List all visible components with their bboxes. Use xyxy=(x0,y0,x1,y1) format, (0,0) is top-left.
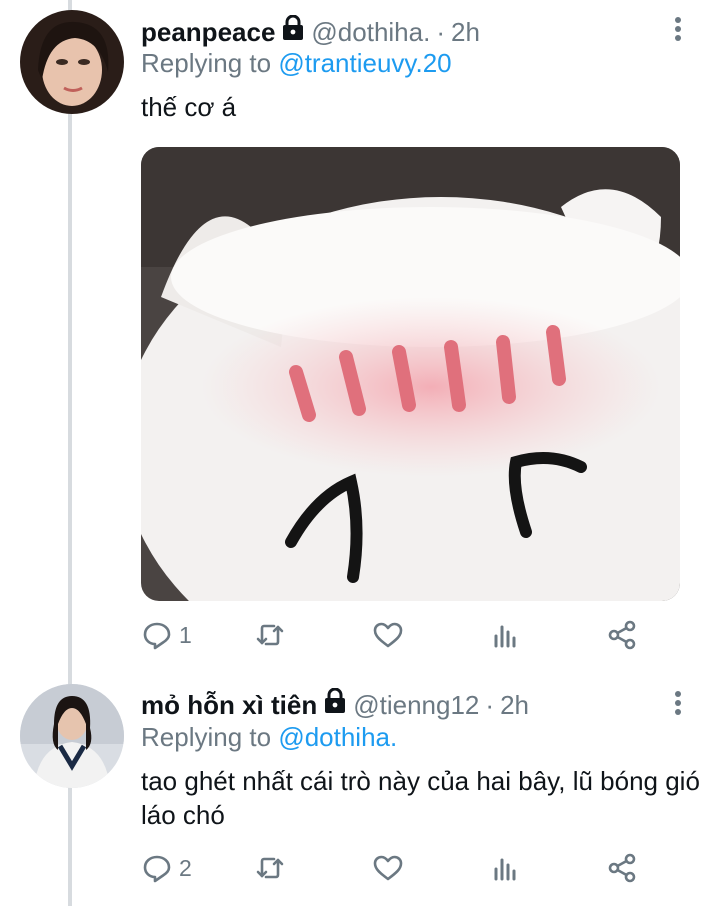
replying-prefix: Replying to xyxy=(141,722,272,752)
retweet-icon xyxy=(256,624,284,646)
share-icon xyxy=(608,620,636,650)
tweet-text: tao ghét nhất cái trò này của hai bây, l… xyxy=(141,766,700,830)
lock-icon xyxy=(281,14,305,48)
analytics-button[interactable] xyxy=(490,615,522,655)
more-icon[interactable] xyxy=(668,14,688,46)
analytics-icon xyxy=(494,858,516,881)
like-button[interactable] xyxy=(372,615,404,655)
retweet-icon xyxy=(256,857,284,879)
lock-icon xyxy=(323,687,347,721)
timestamp[interactable]: 2h xyxy=(500,689,529,721)
share-button[interactable] xyxy=(606,615,638,655)
avatar-image xyxy=(20,10,124,114)
reply-count: 1 xyxy=(179,621,192,648)
display-name[interactable]: mỏ hỗn xì tiên xyxy=(141,689,317,721)
more-icon[interactable] xyxy=(668,688,688,720)
handle[interactable]: @tienng12 xyxy=(353,689,479,721)
like-icon xyxy=(373,855,403,881)
replying-to-mention[interactable]: @dothiha. xyxy=(278,722,397,752)
blushing-white-cat-image xyxy=(141,147,680,601)
timestamp[interactable]: 2h xyxy=(451,16,480,48)
replying-to: Replying to @trantieuvy.20 xyxy=(141,47,452,79)
share-button[interactable] xyxy=(606,848,638,888)
tweet-media[interactable] xyxy=(141,147,680,601)
reply-icon xyxy=(143,622,171,650)
separator: · xyxy=(485,689,495,720)
tweet-actions: 1 xyxy=(141,615,641,655)
reply-count: 2 xyxy=(179,854,192,881)
reply-icon xyxy=(143,855,171,883)
handle[interactable]: @dothiha. xyxy=(311,16,430,48)
separator: · xyxy=(436,16,445,47)
reply-button[interactable]: 1 xyxy=(141,615,192,655)
like-button[interactable] xyxy=(372,848,404,888)
replying-to-mention[interactable]: @trantieuvy.20 xyxy=(278,48,451,78)
like-icon xyxy=(373,622,403,648)
avatar[interactable] xyxy=(20,684,124,788)
share-icon xyxy=(608,853,636,883)
reply-button[interactable]: 2 xyxy=(141,848,192,888)
avatar[interactable] xyxy=(20,10,124,114)
tweet-1[interactable]: peanpeace @dothiha. · 2h Replying to @tr… xyxy=(0,0,720,660)
retweet-button[interactable] xyxy=(254,615,286,655)
retweet-button[interactable] xyxy=(254,848,286,888)
tweet-2[interactable]: mỏ hỗn xì tiên @tienng12 · 2h Replying t… xyxy=(0,660,720,906)
analytics-icon xyxy=(494,625,516,648)
tweet-actions: 2 xyxy=(141,848,641,888)
tweet-text: thế cơ á xyxy=(141,92,237,122)
analytics-button[interactable] xyxy=(490,848,522,888)
replying-prefix: Replying to xyxy=(141,48,272,78)
display-name[interactable]: peanpeace xyxy=(141,16,275,48)
avatar-image xyxy=(20,684,124,788)
replying-to: Replying to @dothiha. xyxy=(141,721,397,753)
